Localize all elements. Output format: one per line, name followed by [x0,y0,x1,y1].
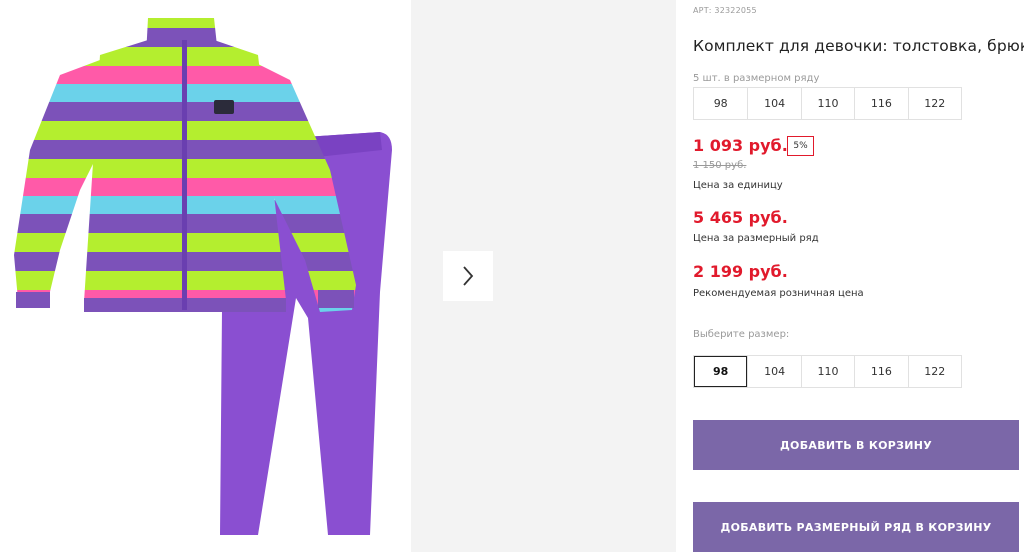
unit-price-label: Цена за единицу [693,180,783,191]
retail-price: 2 199 руб. [693,262,788,281]
gallery-next-button[interactable] [443,251,493,301]
size-select-label: Выберите размер: [693,329,790,340]
discount-badge: 5% [787,136,814,156]
row-price: 5 465 руб. [693,208,788,227]
add-to-cart-button[interactable]: ДОБАВИТЬ В КОРЗИНУ [693,420,1019,470]
size-row-cell: 116 [854,88,907,119]
size-option-116[interactable]: 116 [854,356,907,387]
product-gallery [0,0,676,554]
unit-price: 1 093 руб. [693,136,788,155]
product-image[interactable] [0,0,410,554]
product-photo [14,18,392,535]
size-row-note: 5 шт. в размерном ряду [693,73,820,84]
size-option-110[interactable]: 110 [800,356,854,387]
size-row-cell: 110 [800,88,854,119]
row-price-label: Цена за размерный ряд [693,233,819,244]
size-option-98[interactable]: 98 [694,356,748,387]
add-size-row-to-cart-button[interactable]: ДОБАВИТЬ РАЗМЕРНЫЙ РЯД В КОРЗИНУ [693,502,1019,552]
product-title: Комплект для девочки: толстовка, брюки [693,37,1024,55]
size-row-cell: 104 [747,88,800,119]
size-row-cell: 98 [713,97,728,110]
retail-price-label: Рекомендуемая розничная цена [693,288,864,299]
size-option-122[interactable]: 122 [907,356,961,387]
size-option-104[interactable]: 104 [747,356,800,387]
size-row-grid: 98 104 110 116 122 [693,87,962,120]
size-selector: 98 104 110 116 122 [693,355,962,388]
size-row-cell: 122 [907,88,961,119]
chevron-right-icon [463,266,474,286]
product-info: АРТ: 32322055 Комплект для девочки: толс… [693,0,1024,554]
product-article: АРТ: 32322055 [693,6,757,15]
old-price: 1 150 руб. [693,160,747,171]
